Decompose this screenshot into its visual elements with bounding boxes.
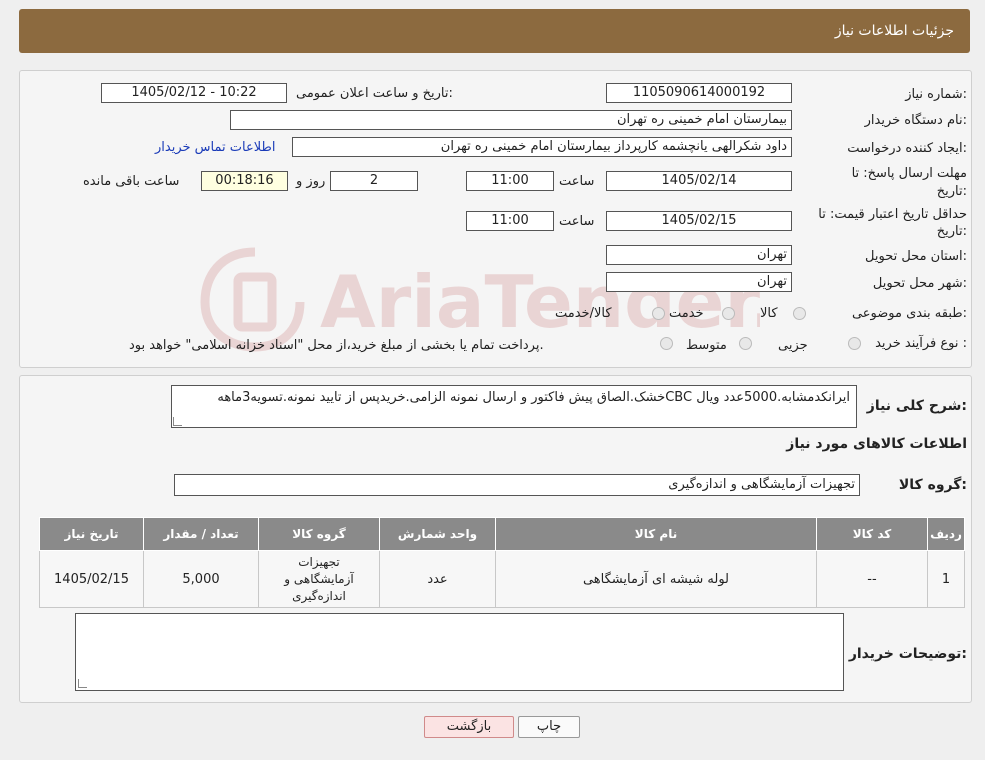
col-name-header: نام کالا xyxy=(495,517,817,551)
cell-code: -- xyxy=(816,550,928,608)
city-field: تهران xyxy=(606,272,792,292)
goods-table: ردیف کد کالا نام کالا واحد شمارش گروه کا… xyxy=(39,517,965,608)
table-row: 1 -- لوله شیشه ای آزمایشگاهی عدد تجهیزات… xyxy=(39,550,965,608)
buyer-org-field: بیمارستان امام خمینی ره تهران xyxy=(230,110,792,130)
announce-field: 1405/02/12 - 10:22 xyxy=(101,83,287,103)
price-date-field: 1405/02/15 xyxy=(606,211,792,231)
process-radio-treasury[interactable] xyxy=(660,337,673,350)
price-time-field: 11:00 xyxy=(466,211,554,231)
cell-need-date: 1405/02/15 xyxy=(39,550,144,608)
announce-label: تاریخ و ساعت اعلان عمومی: xyxy=(296,86,453,101)
process-label: نوع فرآیند خرید : xyxy=(875,336,967,351)
cell-group: تجهیزات آزمایشگاهی و اندازه‌گیری xyxy=(258,550,380,608)
process-radio-medium[interactable] xyxy=(739,337,752,350)
price-time-label: ساعت xyxy=(559,214,595,229)
col-qty-header: تعداد / مقدار xyxy=(143,517,259,551)
category-label: طبقه بندی موضوعی: xyxy=(851,306,967,321)
goods-group-field: تجهیزات آزمایشگاهی و اندازه‌گیری xyxy=(174,474,860,496)
creator-label: ایجاد کننده درخواست: xyxy=(847,141,967,156)
col-group-header: گروه کالا xyxy=(258,517,380,551)
notes-resize-handle[interactable] xyxy=(78,679,87,688)
price-validity-label-2: تاریخ: xyxy=(936,224,967,239)
description-resize-handle[interactable] xyxy=(173,417,182,426)
description-text: ایرانکدمشابه.5000عدد ویال CBCخشک.الصاق پ… xyxy=(217,390,850,405)
category-option-service: خدمت xyxy=(669,306,704,321)
description-label: شرح کلی نیاز: xyxy=(866,398,967,414)
process-note: پرداخت تمام یا بخشی از مبلغ خرید،از محل … xyxy=(129,338,544,353)
remaining-time-field: 00:18:16 xyxy=(201,171,288,191)
city-label: شهر محل تحویل: xyxy=(872,276,967,291)
process-radio-minor[interactable] xyxy=(848,337,861,350)
category-radio-service[interactable] xyxy=(722,307,735,320)
creator-field: داود شکرالهی یانچشمه کارپرداز بیمارستان … xyxy=(292,137,792,157)
days-field: 2 xyxy=(330,171,418,191)
goods-group-label: گروه کالا: xyxy=(898,477,967,493)
print-button[interactable]: چاپ xyxy=(518,716,580,738)
buyer-notes-label: توضیحات خریدار: xyxy=(848,646,967,662)
reply-time-label: ساعت xyxy=(559,174,595,189)
cell-name: لوله شیشه ای آزمایشگاهی xyxy=(495,550,817,608)
reply-deadline-label: مهلت ارسال پاسخ: تا xyxy=(851,166,967,181)
col-date-header: تاریخ نیاز xyxy=(39,517,144,551)
process-option-medium: متوسط xyxy=(686,338,727,353)
province-field: تهران xyxy=(606,245,792,265)
col-unit-header: واحد شمارش xyxy=(379,517,496,551)
page-header: جزئیات اطلاعات نیاز xyxy=(19,9,970,53)
category-option-goods-service: کالا/خدمت xyxy=(555,306,612,321)
goods-section-title: اطلاعات کالاهای مورد نیاز xyxy=(786,436,967,452)
reply-date-field: 1405/02/14 xyxy=(606,171,792,191)
reply-time-field: 11:00 xyxy=(466,171,554,191)
category-radio-goods[interactable] xyxy=(793,307,806,320)
category-radio-goods-service[interactable] xyxy=(652,307,665,320)
col-code-header: کد کالا xyxy=(816,517,928,551)
process-option-minor: جزیی xyxy=(778,338,808,353)
price-validity-label: حداقل تاریخ اعتبار قیمت: تا xyxy=(818,207,967,222)
cell-unit: عدد xyxy=(379,550,496,608)
cell-quantity: 5,000 xyxy=(143,550,259,608)
goods-table-header: ردیف کد کالا نام کالا واحد شمارش گروه کا… xyxy=(39,517,965,551)
col-row-header: ردیف xyxy=(927,517,965,551)
reply-deadline-label-2: تاریخ: xyxy=(936,184,967,199)
days-label: روز و xyxy=(296,174,326,189)
buyer-notes-textarea[interactable] xyxy=(75,613,844,691)
province-label: استان محل تحویل: xyxy=(865,249,967,264)
remaining-time-label: ساعت باقی مانده xyxy=(83,174,180,189)
cell-row-number: 1 xyxy=(927,550,965,608)
description-textarea[interactable]: ایرانکدمشابه.5000عدد ویال CBCخشک.الصاق پ… xyxy=(171,385,857,428)
buyer-contact-link[interactable]: اطلاعات تماس خریدار xyxy=(155,140,275,155)
need-number-label: شماره نیاز: xyxy=(905,87,967,102)
back-button[interactable]: بازگشت xyxy=(424,716,514,738)
buyer-org-label: نام دستگاه خریدار: xyxy=(864,113,967,128)
need-number-field: 1105090614000192 xyxy=(606,83,792,103)
page-title: جزئیات اطلاعات نیاز xyxy=(834,23,954,39)
category-option-goods: کالا xyxy=(760,306,778,321)
